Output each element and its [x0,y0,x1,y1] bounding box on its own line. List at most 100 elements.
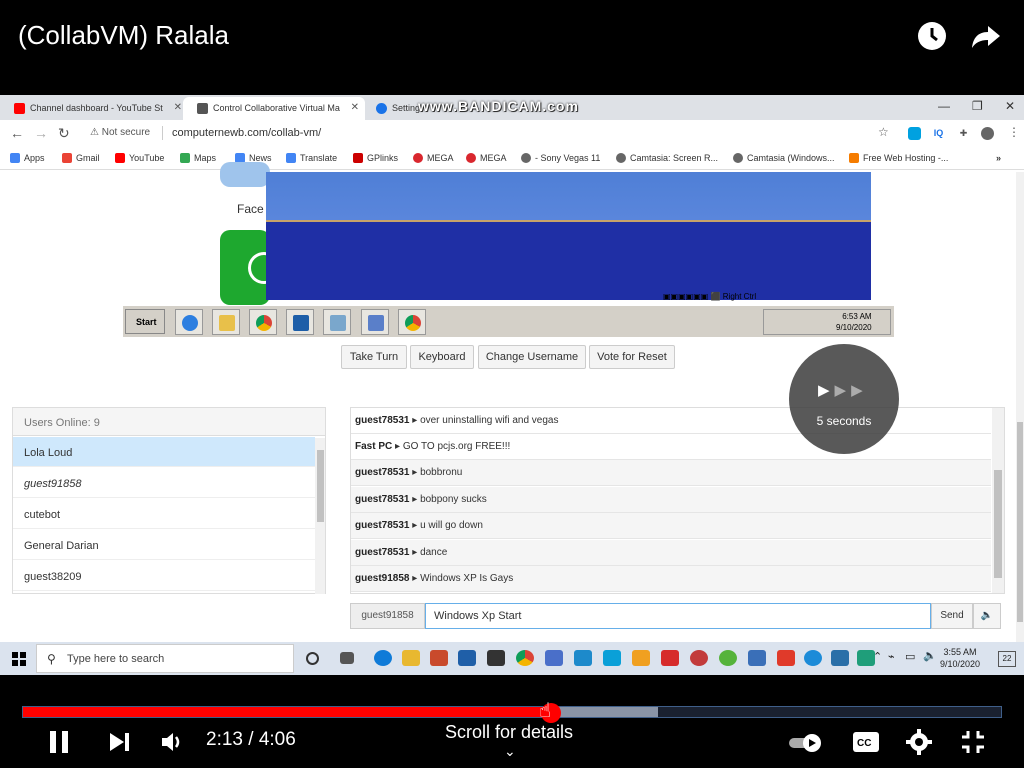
scroll-for-details[interactable]: Scroll for details [445,722,573,743]
bookmark-maps[interactable]: Maps [180,153,216,163]
explorer-icon[interactable] [212,309,240,335]
task-view-icon[interactable] [340,652,354,664]
chat-username[interactable]: Fast PC [355,441,392,452]
menu-icon[interactable]: ⋮ [1008,125,1020,139]
chat-username[interactable]: guest78531 [355,415,409,426]
close-icon[interactable]: ✕ [351,102,359,113]
chrome-icon[interactable] [516,650,534,666]
profile-avatar[interactable] [981,127,994,140]
security-indicator[interactable]: ⚠ Not secure [90,127,150,138]
chrome-icon-2[interactable] [398,309,426,335]
app-icon[interactable] [777,650,795,666]
fullscreen-exit-icon[interactable] [960,729,986,755]
chat-username[interactable]: guest78531 [355,547,409,558]
extension-iq-icon[interactable]: IQ [932,127,945,140]
chat-username[interactable]: guest91858 [355,573,409,584]
app-icon[interactable] [545,650,563,666]
chat-username[interactable]: guest78531 [355,520,409,531]
take-turn-button[interactable]: Take Turn [341,345,407,369]
app-icon[interactable] [632,650,650,666]
bookmark-apps[interactable]: Apps [10,153,45,163]
bookmark-translate[interactable]: Translate [286,153,337,163]
chat-username-badge[interactable]: guest91858 [350,603,425,629]
bookmark-star-icon[interactable]: ☆ [878,125,889,139]
edge-icon[interactable] [374,650,392,666]
xp-start-button[interactable]: Start [125,309,165,334]
app-icon[interactable] [690,650,708,666]
sound-icon[interactable]: 🔈 [973,603,1001,629]
bookmark-free-web-hosting[interactable]: Free Web Hosting -... [849,153,948,163]
change-username-button[interactable]: Change Username [478,345,586,369]
user-item[interactable]: guest91858 [13,468,315,498]
bookmarks-overflow-icon[interactable]: » [996,153,1001,163]
bookmark-mega-2[interactable]: MEGA [466,153,507,163]
back-icon[interactable]: ← [10,125,24,141]
ie-icon[interactable] [175,309,203,335]
bookmark-sony-vegas[interactable]: - Sony Vegas 11 [521,153,600,163]
video-player[interactable]: (CollabVM) Ralala Channel dashboard - Yo… [0,0,1024,768]
user-item[interactable]: General Darian [13,530,315,560]
app-icon[interactable] [831,650,849,666]
bookmark-youtube[interactable]: YouTube [115,153,164,163]
page-scrollbar[interactable] [1016,172,1024,642]
window-icon[interactable] [361,309,389,335]
chrome-icon[interactable] [249,309,277,335]
store-icon[interactable] [487,650,505,666]
volume-icon[interactable] [160,730,186,754]
file-explorer-icon[interactable] [402,650,420,666]
progress-bar[interactable] [22,706,1002,718]
app-icon[interactable] [748,650,766,666]
windows-start-icon[interactable] [12,652,26,666]
autoplay-toggle[interactable] [788,733,822,753]
windows-search-box[interactable]: ⚲ Type here to search [36,644,294,673]
pause-icon[interactable] [48,729,70,755]
bookmark-camtasia-2[interactable]: Camtasia (Windows... [733,153,835,163]
reload-icon[interactable]: ↻ [58,125,70,142]
video-title[interactable]: (CollabVM) Ralala [18,20,229,51]
download-icon[interactable] [661,650,679,666]
forward-icon[interactable]: → [34,125,48,141]
next-icon[interactable] [108,731,132,753]
media-icon[interactable] [430,650,448,666]
app-icon[interactable] [574,650,592,666]
url-field[interactable]: computernewb.com/collab-vm/ [172,127,321,139]
user-item[interactable]: Lola Loud [13,437,315,467]
windows-clock[interactable]: 3:55 AM 9/10/2020 [940,646,980,670]
teamviewer-icon[interactable] [804,650,822,666]
minimize-icon[interactable]: — [938,99,950,113]
user-item[interactable]: guest38209 [13,561,315,591]
mail-icon[interactable] [458,650,476,666]
cortana-icon[interactable] [306,652,319,665]
extensions-puzzle-icon[interactable]: ✚ [957,127,970,140]
chat-username[interactable]: guest78531 [355,494,409,505]
captions-icon[interactable]: CC [852,731,880,753]
app-icon[interactable] [323,309,351,335]
users-scrollbar[interactable] [315,438,325,594]
chat-username[interactable]: guest78531 [355,467,409,478]
share-icon[interactable] [970,20,1002,52]
tab-youtube-dashboard[interactable]: Channel dashboard - YouTube St ✕ [0,97,188,120]
vote-reset-button[interactable]: Vote for Reset [589,345,675,369]
volume-icon[interactable]: 🔈 [923,649,937,662]
xp-clock[interactable]: 6:53 AM 9/10/2020 [836,311,872,333]
bookmark-mega-1[interactable]: MEGA [413,153,454,163]
scrollbar-thumb[interactable] [1017,422,1023,622]
bookmark-gmail[interactable]: Gmail [62,153,100,163]
bookmark-camtasia-1[interactable]: Camtasia: Screen R... [616,153,718,163]
tab-collabvm[interactable]: Control Collaborative Virtual Ma ✕ [183,97,365,120]
scrollbar-thumb[interactable] [317,450,324,522]
settings-icon[interactable] [906,729,932,755]
send-button[interactable]: Send [931,603,973,629]
share-button-partial[interactable] [220,162,270,187]
tray-overflow-icon[interactable]: ⌃ [873,650,882,663]
keyboard-button[interactable]: Keyboard [410,345,474,369]
user-item[interactable]: cutebot [13,499,315,529]
tab-settings[interactable]: Setting [362,97,422,120]
restore-icon[interactable]: ❐ [972,99,983,113]
chat-scrollbar[interactable] [992,408,1004,593]
app-icon[interactable] [603,650,621,666]
close-window-icon[interactable]: ✕ [1005,99,1015,113]
app-icon[interactable] [719,650,737,666]
notification-badge[interactable]: 22 [998,651,1016,667]
virtualbox-icon[interactable] [286,309,314,335]
